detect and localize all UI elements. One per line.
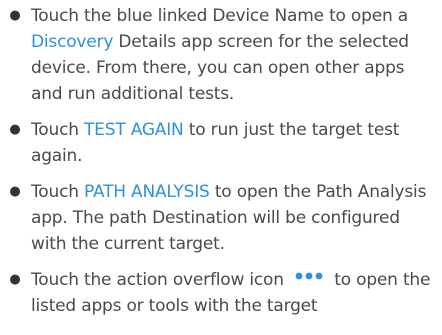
bullet-dot: ●	[9, 122, 21, 137]
test-again-link[interactable]: TEST AGAIN	[84, 120, 184, 140]
bullet-dot: ●	[9, 184, 21, 199]
list-item: ● Touch TEST AGAIN to run just the targe…	[0, 117, 442, 169]
item-text: Touch	[31, 182, 84, 202]
path-analysis-link[interactable]: PATH ANALYSIS	[84, 182, 210, 202]
bullet-dot: ●	[9, 8, 21, 23]
item-text: Touch the blue linked Device Name to ope…	[31, 6, 408, 26]
bullet-dot: ●	[9, 272, 21, 287]
list-item: ● Touch PATH ANALYSIS to open the Path A…	[0, 179, 442, 257]
item-text: Touch the action overflow icon	[31, 270, 284, 290]
horizontal-ellipsis-icon[interactable]	[292, 269, 326, 283]
list-item: ● Touch the action overflow icon to open…	[0, 267, 442, 319]
discovery-link[interactable]: Discovery	[31, 32, 113, 52]
item-text: Touch	[31, 120, 84, 140]
list-item: ● Touch the blue linked Device Name to o…	[0, 0, 442, 107]
instruction-list: ● Touch the blue linked Device Name to o…	[0, 0, 442, 319]
document-page: ● Touch the blue linked Device Name to o…	[0, 0, 442, 335]
